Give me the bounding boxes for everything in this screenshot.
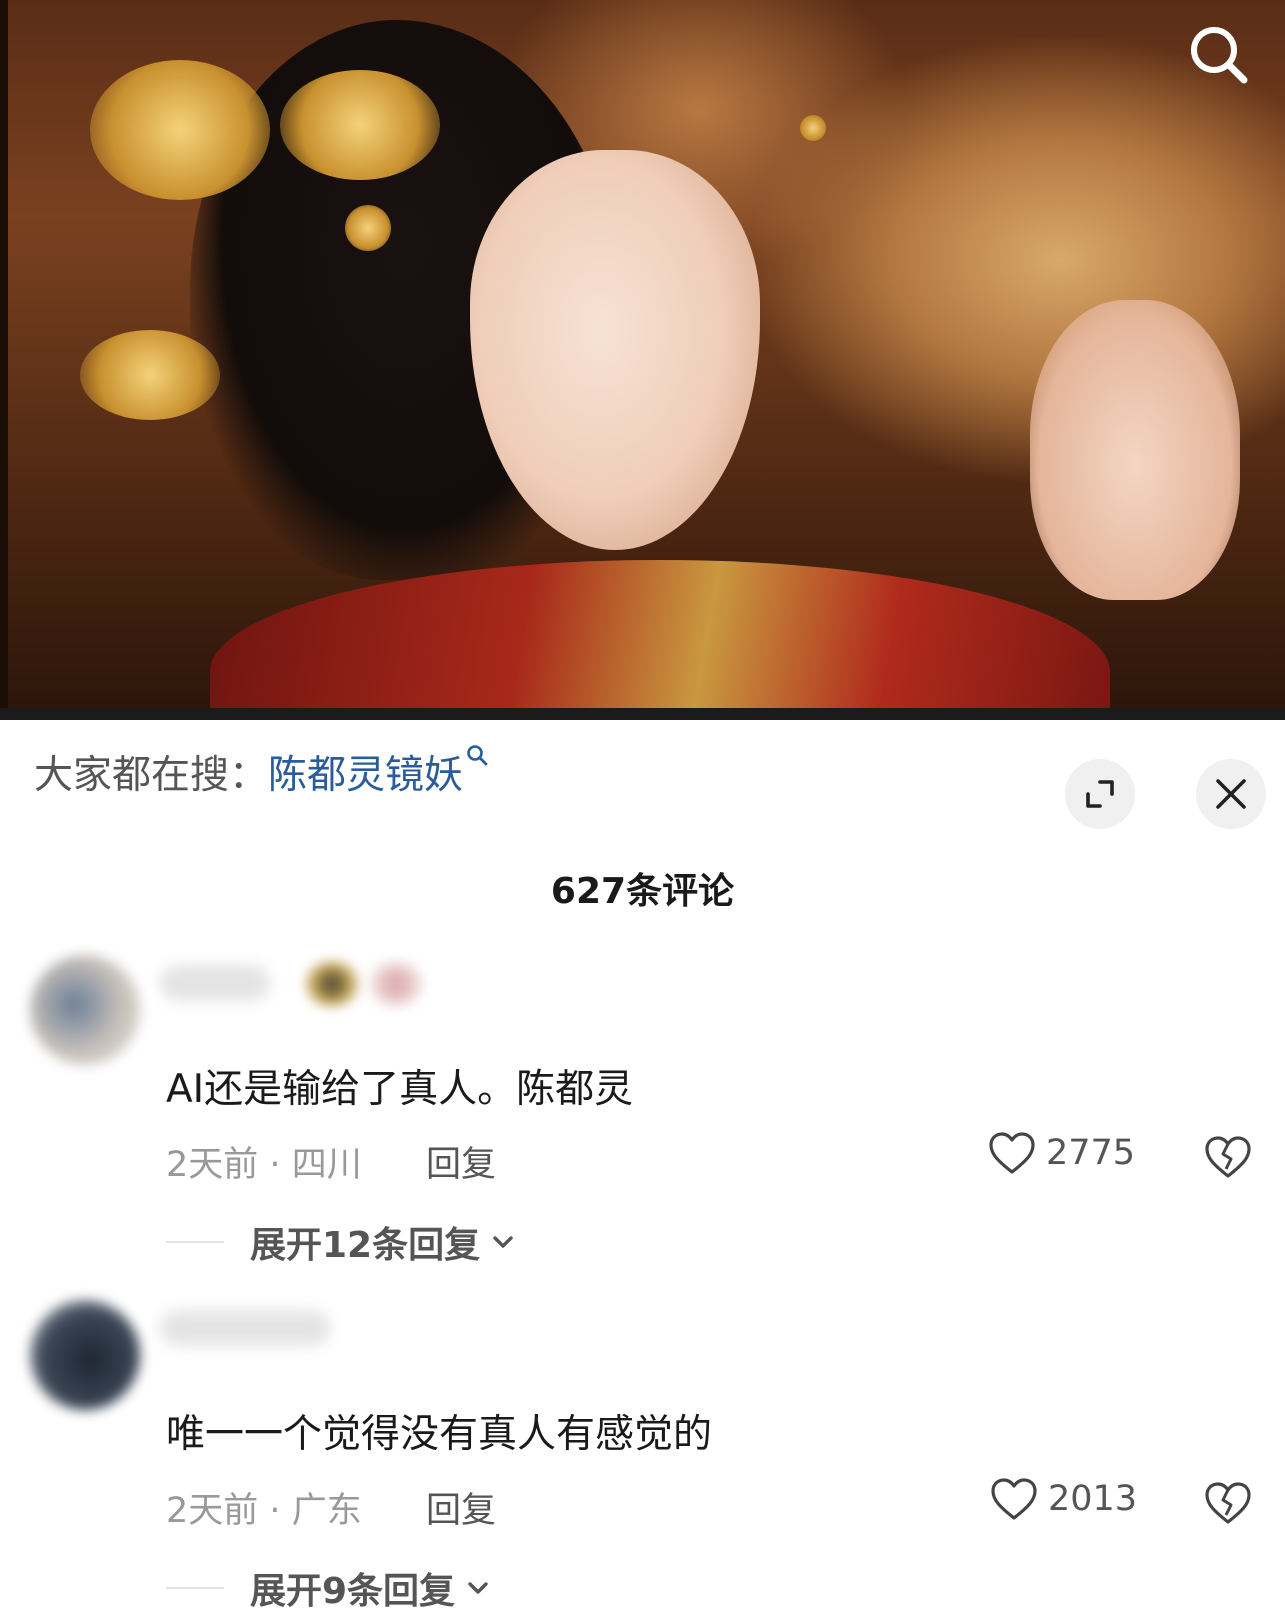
avatar[interactable] — [30, 1300, 140, 1410]
video-bottom-bar — [0, 708, 1285, 720]
expand-icon — [1086, 780, 1114, 808]
comment-meta: 2天前 · 广东 — [166, 1482, 362, 1533]
comment-location: 四川 — [291, 1145, 362, 1185]
like-count: 2775 — [1046, 1133, 1136, 1173]
meta-separator: · — [269, 1145, 292, 1185]
suggestion-prefix: 大家都在搜： — [34, 753, 269, 798]
hair-ornament — [280, 70, 440, 180]
user-badge — [370, 962, 422, 1006]
like-button[interactable]: 2775 — [988, 1131, 1135, 1175]
comment-meta: 2天前 · 四川 — [166, 1136, 362, 1187]
divider-line — [166, 1241, 224, 1243]
like-button[interactable]: 2013 — [990, 1477, 1137, 1521]
comment-text: 唯一一个觉得没有真人有感觉的 — [166, 1412, 713, 1457]
broken-heart-icon[interactable] — [1204, 1479, 1252, 1527]
bokeh-light — [345, 205, 391, 251]
like-count: 2013 — [1048, 1479, 1138, 1519]
chevron-down-icon — [468, 1582, 488, 1594]
reply-button[interactable]: 回复 — [426, 1482, 496, 1533]
small-search-icon — [465, 743, 489, 774]
hair-ornament — [90, 60, 270, 200]
close-icon — [1216, 779, 1246, 809]
expand-replies-label: 展开12条回复 — [250, 1225, 481, 1266]
frame-edge — [0, 0, 8, 720]
username-redacted[interactable] — [160, 1310, 330, 1346]
avatar[interactable] — [30, 955, 140, 1065]
close-button[interactable] — [1196, 759, 1266, 829]
reply-button[interactable]: 回复 — [426, 1136, 496, 1187]
comment-count-title: 627条评论 — [550, 871, 735, 912]
heart-icon — [989, 1132, 1035, 1174]
comment-time: 2天前 — [166, 1145, 259, 1185]
comment-text: AI还是输给了真人。陈都灵 — [166, 1067, 634, 1112]
divider-line — [166, 1587, 224, 1589]
figure-hand — [1030, 300, 1240, 600]
expand-replies-label: 展开9条回复 — [250, 1571, 456, 1612]
search-suggestion: 大家都在搜： 陈都灵镜妖 — [34, 744, 489, 800]
video-frame[interactable] — [0, 0, 1285, 720]
username-redacted[interactable] — [160, 965, 270, 1001]
figure-robe — [210, 560, 1110, 720]
expand-replies-button[interactable]: 展开9条回复 — [166, 1562, 491, 1614]
broken-heart-icon[interactable] — [1204, 1133, 1252, 1181]
meta-separator: · — [269, 1491, 292, 1531]
user-badge — [306, 962, 358, 1006]
hair-ornament — [80, 330, 220, 420]
heart-icon — [991, 1478, 1037, 1520]
expand-button[interactable] — [1065, 759, 1135, 829]
search-icon[interactable] — [1180, 18, 1260, 98]
bokeh-light — [800, 115, 826, 141]
comment-time: 2天前 — [166, 1491, 259, 1531]
expand-replies-button[interactable]: 展开12条回复 — [166, 1216, 516, 1268]
chevron-down-icon — [493, 1236, 513, 1248]
comment-location: 广东 — [291, 1491, 362, 1531]
suggestion-term-link[interactable]: 陈都灵镜妖 — [268, 744, 463, 800]
